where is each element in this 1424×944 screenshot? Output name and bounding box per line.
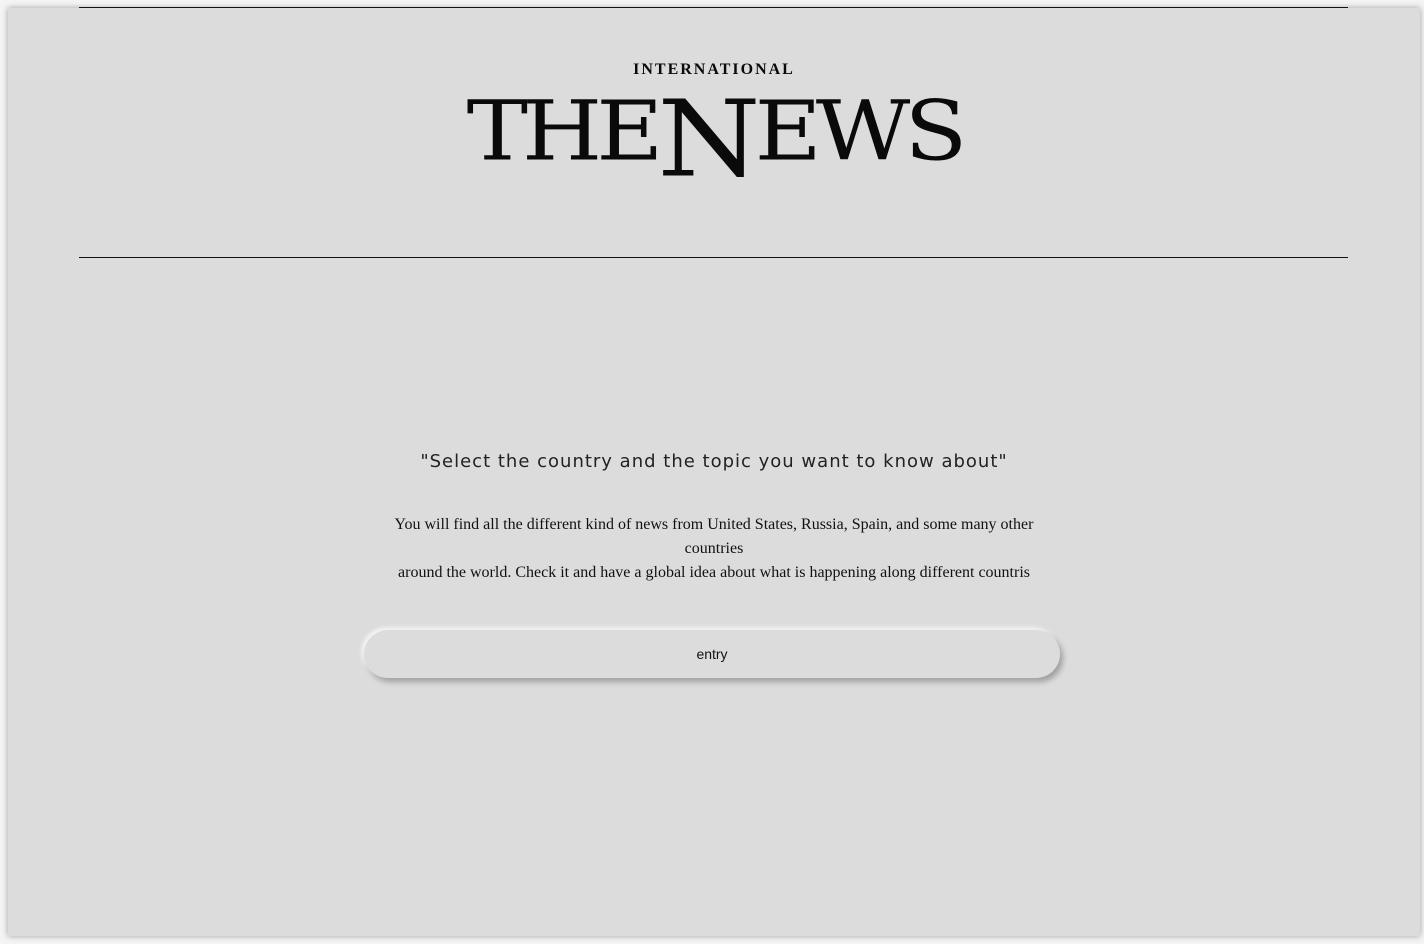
intro-text: You will find all the different kind of …: [364, 513, 1064, 585]
masthead-divider: [79, 257, 1348, 258]
newspaper-logo: THENEWS: [466, 76, 968, 201]
intro-line-2: around the world. Check it and have a gl…: [398, 564, 1030, 581]
entry-button[interactable]: entry: [364, 630, 1060, 678]
intro-line-1: You will find all the different kind of …: [394, 516, 1034, 557]
tagline: "Select the country and the topic you wa…: [420, 451, 1008, 472]
logo-tall-letter: N: [657, 76, 760, 201]
masthead: INTERNATIONAL THENEWS: [8, 60, 1420, 200]
logo-part-the: THE: [466, 82, 664, 180]
top-divider: [79, 7, 1348, 8]
page-container: INTERNATIONAL THENEWS "Select the countr…: [8, 7, 1420, 936]
logo-part-ews: EWS: [754, 82, 968, 180]
